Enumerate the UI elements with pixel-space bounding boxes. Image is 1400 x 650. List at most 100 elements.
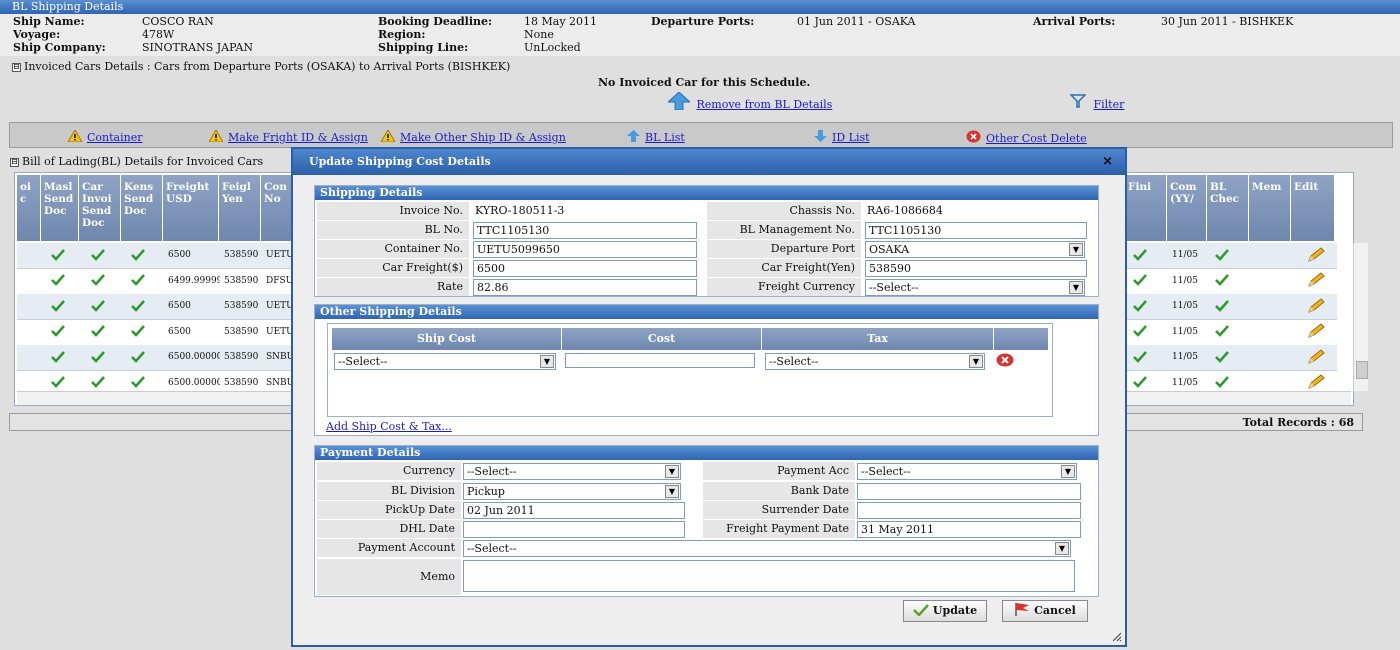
check-icon xyxy=(1215,376,1229,388)
chevron-down-icon[interactable]: ▼ xyxy=(1061,465,1075,478)
departure-ports-value: 01 Jun 2011 - OSAKA xyxy=(797,15,916,28)
bl-section-header[interactable]: ⊟ Bill of Lading(BL) Details for Invoiced… xyxy=(10,155,263,168)
dhl-date-field[interactable] xyxy=(463,521,685,538)
column-header-car-invoice-send-doc[interactable]: Car Invoi Send Doc xyxy=(79,175,121,241)
column-header-container-no[interactable]: Con No xyxy=(261,175,295,241)
bl-list-link[interactable]: BL List xyxy=(645,131,685,144)
scroll-thumb[interactable] xyxy=(1356,361,1368,379)
remove-from-bl-link[interactable]: Remove from BL Details xyxy=(697,98,833,111)
column-header-tax: Tax xyxy=(762,328,994,350)
check-icon xyxy=(1215,299,1229,312)
make-other-link[interactable]: Make Other Ship ID & Assign xyxy=(400,131,566,144)
id-list-action[interactable]: ID List xyxy=(814,130,870,144)
chevron-down-icon[interactable]: ▼ xyxy=(1069,243,1083,256)
ship-name-value: COSCO RAN xyxy=(142,15,214,28)
car-freight-usd-field[interactable]: 6500 xyxy=(473,260,697,277)
freight-currency-select[interactable]: --Select-- ▼ xyxy=(865,279,1085,296)
column-header-mast-send-doc[interactable]: Masl Send Doc xyxy=(41,175,79,241)
vertical-scrollbar[interactable] xyxy=(1353,243,1368,391)
make-fright-link[interactable]: Make Fright ID & Assign xyxy=(228,131,368,144)
filter-icon[interactable] xyxy=(1069,94,1087,108)
chevron-down-icon[interactable]: ▼ xyxy=(969,355,983,368)
surrender-date-field[interactable] xyxy=(857,502,1081,519)
cancel-button[interactable]: Cancel xyxy=(1002,600,1088,622)
warning-icon xyxy=(68,130,82,142)
delete-row-icon[interactable] xyxy=(996,353,1014,367)
tax-select[interactable]: --Select-- ▼ xyxy=(765,353,985,370)
column-header-freight-usd[interactable]: Freight USD xyxy=(163,175,219,241)
close-icon[interactable]: × xyxy=(1102,149,1113,175)
departure-port-select[interactable]: OSAKA ▼ xyxy=(865,241,1085,258)
update-button[interactable]: Update xyxy=(903,600,987,622)
invoiced-section-title: Invoiced Cars Details : Cars from Depart… xyxy=(24,60,511,73)
edit-cell[interactable] xyxy=(1307,243,1331,268)
edit-cell[interactable] xyxy=(1307,345,1331,370)
chevron-down-icon[interactable]: ▼ xyxy=(1069,281,1083,294)
edit-cell[interactable] xyxy=(1307,269,1331,294)
cancel-button-label: Cancel xyxy=(1034,604,1076,617)
pencil-icon[interactable] xyxy=(1307,246,1325,263)
collapse-icon[interactable]: ⊟ xyxy=(12,62,21,72)
arrow-up-icon[interactable] xyxy=(666,91,692,111)
payment-details-panel: Payment Details Currency --Select-- ▼ Pay… xyxy=(314,445,1099,597)
chevron-down-icon[interactable]: ▼ xyxy=(540,355,554,368)
pencil-icon[interactable] xyxy=(1307,348,1325,365)
payment-account-select[interactable]: --Select-- ▼ xyxy=(463,540,1071,557)
bl-management-no-field[interactable]: TTC1105130 xyxy=(865,222,1087,239)
collapse-icon[interactable]: ⊟ xyxy=(10,157,19,167)
other-cost-delete-link[interactable]: Other Cost Delete xyxy=(986,132,1087,145)
pencil-icon[interactable] xyxy=(1307,272,1325,288)
chevron-down-icon[interactable]: ▼ xyxy=(665,485,679,498)
resize-handle-icon[interactable] xyxy=(1110,630,1122,642)
check-icon xyxy=(51,274,65,286)
dialog-title-bar[interactable]: Update Shipping Cost Details xyxy=(293,149,1125,175)
check-icon xyxy=(1133,350,1147,363)
column-header-memo[interactable]: Mem xyxy=(1249,175,1291,241)
filter-link[interactable]: Filter xyxy=(1094,98,1125,111)
invoice-no-label: Invoice No. xyxy=(317,202,469,220)
bl-no-field[interactable]: TTC1105130 xyxy=(473,222,697,239)
container-no-field[interactable]: UETU5099650 xyxy=(473,241,697,258)
memo-field[interactable] xyxy=(463,560,1075,592)
cost-field[interactable] xyxy=(565,353,755,368)
column-header-oic[interactable]: oi c xyxy=(17,175,41,241)
edit-cell[interactable] xyxy=(1307,320,1331,345)
ship-cost-select[interactable]: --Select-- ▼ xyxy=(334,353,556,370)
bl-division-select[interactable]: Pickup ▼ xyxy=(463,483,681,500)
pencil-icon[interactable] xyxy=(1307,297,1325,314)
bl-no-label: BL No. xyxy=(317,221,469,239)
pencil-icon[interactable] xyxy=(1307,374,1325,390)
make-other-action[interactable]: Make Other Ship ID & Assign xyxy=(381,130,566,144)
remove-from-bl-control[interactable]: Remove from BL Details xyxy=(666,91,833,111)
pickup-date-field[interactable]: 02 Jun 2011 xyxy=(463,502,685,519)
column-header-finish[interactable]: Fini xyxy=(1125,175,1167,241)
payment-acc-select[interactable]: --Select-- ▼ xyxy=(857,463,1077,480)
container-action[interactable]: Container xyxy=(68,130,142,144)
freight-payment-date-field[interactable]: 31 May 2011 xyxy=(857,521,1081,538)
check-icon xyxy=(91,325,105,337)
id-list-link[interactable]: ID List xyxy=(832,131,870,144)
invoiced-section-header[interactable]: ⊟ Invoiced Cars Details : Cars from Depar… xyxy=(12,60,510,73)
chevron-down-icon[interactable]: ▼ xyxy=(665,465,679,478)
filter-control[interactable]: Filter xyxy=(1069,94,1125,111)
rate-field[interactable]: 82.86 xyxy=(473,279,697,296)
bank-date-field[interactable] xyxy=(857,483,1081,500)
chevron-down-icon[interactable]: ▼ xyxy=(1055,542,1069,555)
other-cost-delete-action[interactable]: Other Cost Delete xyxy=(966,130,1087,145)
bl-list-action[interactable]: BL List xyxy=(627,130,685,144)
currency-select[interactable]: --Select-- ▼ xyxy=(463,463,681,480)
pickup-date-label: PickUp Date xyxy=(317,501,461,519)
column-header-bl-check[interactable]: BL Chec xyxy=(1207,175,1249,241)
column-header-kens-send-doc[interactable]: Kens Send Doc xyxy=(121,175,163,241)
column-header-complete-date[interactable]: Com (YY/ xyxy=(1167,175,1207,241)
car-freight-yen-field[interactable]: 538590 xyxy=(865,260,1087,277)
pencil-icon[interactable] xyxy=(1307,323,1325,339)
make-fright-action[interactable]: Make Fright ID & Assign xyxy=(209,130,368,144)
dhl-date-label: DHL Date xyxy=(317,520,461,538)
ship-company-value: SINOTRANS JAPAN xyxy=(142,41,254,54)
column-header-edit[interactable]: Edit xyxy=(1291,175,1335,241)
container-link[interactable]: Container xyxy=(87,131,142,144)
column-header-freight-yen[interactable]: Feigl Yen xyxy=(219,175,261,241)
edit-cell[interactable] xyxy=(1307,294,1331,319)
add-ship-cost-link[interactable]: Add Ship Cost & Tax... xyxy=(326,420,452,433)
